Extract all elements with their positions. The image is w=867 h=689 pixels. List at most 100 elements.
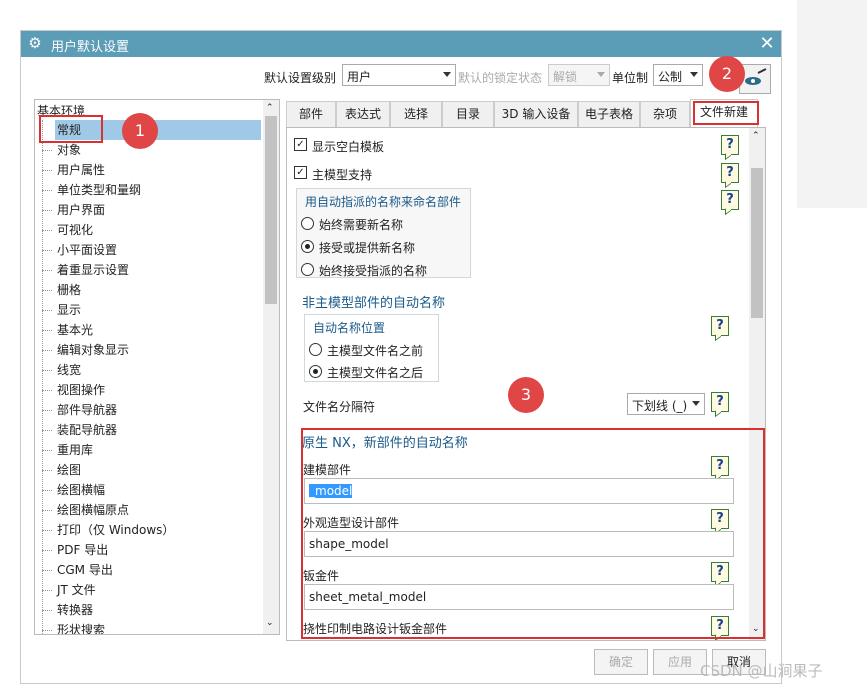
tree-item[interactable]: 可视化 [35,220,261,240]
tree-item-label: 显示 [57,303,82,317]
tree-item[interactable]: 形状搜索 [35,620,261,635]
unit-select[interactable]: 公制 [653,64,703,86]
tree-item[interactable]: 单位类型和量纲 [35,180,261,200]
tree-item[interactable]: 用户属性 [35,160,261,180]
tree-connector [42,490,52,491]
tree-item-label: 用户界面 [57,203,106,217]
tree-item[interactable]: 绘图 [35,460,261,480]
tree-connector [42,550,52,551]
accept-or-new-radio[interactable] [301,240,314,253]
scroll-up-icon[interactable]: ⌃ [266,103,274,113]
lock-value: 解锁 [553,70,578,84]
tab-3d-input[interactable]: 3D 输入设备 [494,101,578,127]
highlight-native-section [301,428,765,639]
level-value: 用户 [347,70,372,84]
scroll-down-icon[interactable]: ⌄ [266,618,274,628]
show-blank-template-checkbox[interactable]: ✓ [294,138,307,151]
always-accept-radio[interactable] [301,263,314,276]
chevron-down-icon [597,72,605,77]
before-label: 主模型文件名之前 [327,344,424,358]
help-icon[interactable]: ? [721,163,739,183]
tab-spreadsheet[interactable]: 电子表格 [578,101,640,127]
always-new-radio[interactable] [301,217,314,230]
separator-label: 文件名分隔符 [303,400,376,414]
tree-item-label: 绘图横幅原点 [57,503,130,517]
chevron-down-icon [692,401,700,406]
tree-item-label: 装配导航器 [57,423,118,437]
tree-item[interactable]: 部件导航器 [35,400,261,420]
tree-item[interactable]: 显示 [35,300,261,320]
assigned-name-group-title: 用自动指派的名称来命名部件 [305,195,462,209]
tree-connector [42,610,52,611]
dialog-title: 用户默认设置 [51,40,130,55]
tree-item[interactable]: 重用库 [35,440,261,460]
ok-button[interactable]: 确定 [594,649,648,675]
tab-part[interactable]: 部件 [286,101,336,127]
level-select[interactable]: 用户 [342,64,456,86]
help-icon[interactable]: ? [711,316,729,336]
tree-item-label: 着重显示设置 [57,263,130,277]
tree-item-label: 形状搜索 [57,623,106,635]
tree-item[interactable]: 打印（仅 Windows） [35,520,261,540]
master-model-checkbox[interactable]: ✓ [294,166,307,179]
help-icon[interactable]: ? [721,135,739,155]
tree-item-label: 绘图横幅 [57,483,106,497]
tree-item[interactable]: 转换器 [35,600,261,620]
assigned-name-group: 用自动指派的名称来命名部件 始终需要新名称 接受或提供新名称 始终接受指派的名称 [296,188,471,278]
always-new-label: 始终需要新名称 [319,218,404,232]
tab-expression[interactable]: 表达式 [336,101,390,127]
help-icon[interactable]: ? [721,190,739,210]
scroll-up-icon[interactable]: ⌃ [752,131,760,141]
user-defaults-dialog: ⚙ 用户默认设置 ✕ 默认设置级别 用户 默认的锁定状态 解锁 单位制 公制 基… [20,30,782,684]
badge-2: 2 [709,56,745,92]
tree-item-label: 部件导航器 [57,403,118,417]
tree-item[interactable]: JT 文件 [35,580,261,600]
close-button[interactable]: ✕ [757,33,777,55]
tree-item[interactable]: 线宽 [35,360,261,380]
after-radio[interactable] [309,365,322,378]
level-label: 默认设置级别 [264,71,337,85]
tree-item-label: 线宽 [57,363,82,377]
tree-item-label: 编辑对象显示 [57,343,130,357]
tree-item[interactable]: 视图操作 [35,380,261,400]
apply-button[interactable]: 应用 [653,649,707,675]
tree-scroll-thumb[interactable] [265,116,277,304]
unit-value: 公制 [658,70,683,84]
tab-catalog[interactable]: 目录 [442,101,494,127]
tree-connector [42,410,52,411]
tab-selection[interactable]: 选择 [390,101,442,127]
tree-item[interactable]: 用户界面 [35,200,261,220]
tree-connector [42,290,52,291]
tree-item[interactable]: 基本光 [35,320,261,340]
tree-item-label: 小平面设置 [57,243,118,257]
content-scroll-thumb[interactable] [751,168,763,318]
lock-select[interactable]: 解锁 [548,64,610,86]
separator-select[interactable]: 下划线 (_) [627,393,705,415]
tree-connector [42,470,52,471]
tree-item-label: 栅格 [57,283,82,297]
tree-scrollbar[interactable]: ⌃ ⌄ [263,100,279,634]
settings-tree: 基本环境 常规 对象 用户属性 单位类型和量纲 用户界面 可视化 小平面设置 着重显示设置 栅格… [34,99,280,635]
tree-connector [42,190,52,191]
tree-item[interactable]: 着重显示设置 [35,260,261,280]
tree-item[interactable]: 绘图横幅 [35,480,261,500]
tree-item[interactable]: 装配导航器 [35,420,261,440]
tree-item[interactable]: CGM 导出 [35,560,261,580]
tree-item[interactable]: 栅格 [35,280,261,300]
tree-connector [42,330,52,331]
before-radio[interactable] [309,343,322,356]
after-label: 主模型文件名之后 [327,366,424,380]
tree-item[interactable]: 编辑对象显示 [35,340,261,360]
tab-misc[interactable]: 杂项 [640,101,690,127]
tree-item-label: 对象 [57,143,82,157]
accept-or-new-label: 接受或提供新名称 [319,241,416,255]
tree-item[interactable]: PDF 导出 [35,540,261,560]
tree-item[interactable]: 小平面设置 [35,240,261,260]
tree-item-label: 重用库 [57,443,94,457]
tree-item-label: 单位类型和量纲 [57,183,142,197]
tree-item[interactable]: 绘图横幅原点 [35,500,261,520]
title-bar: ⚙ 用户默认设置 ✕ [21,31,781,57]
help-icon[interactable]: ? [711,392,729,412]
show-blank-template-label: 显示空白模板 [312,140,385,154]
tree-connector [42,390,52,391]
